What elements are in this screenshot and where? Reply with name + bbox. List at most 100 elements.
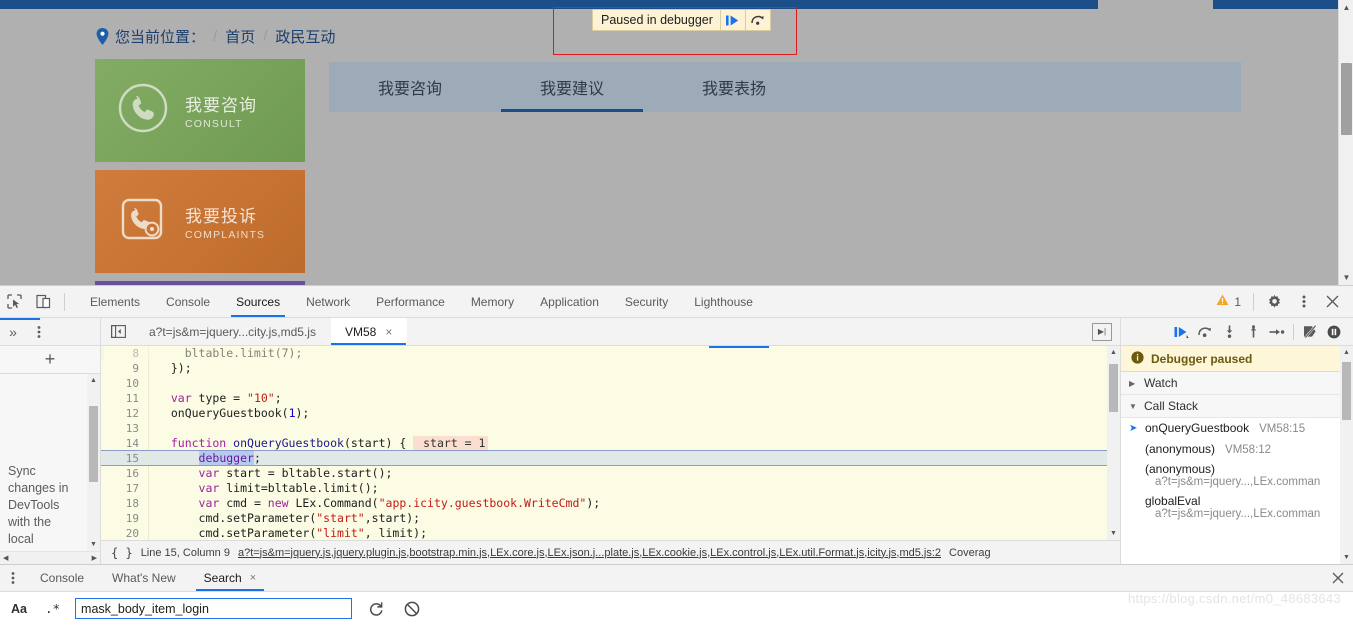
code-line[interactable]: 19 cmd.setParameter("start",start); — [101, 511, 1107, 526]
code-line[interactable]: 13 — [101, 421, 1107, 436]
debugger-scrollbar-thumb[interactable] — [1342, 362, 1351, 420]
call-stack-source[interactable]: a?t=js&m=jquery...,LEx.comman — [1145, 508, 1345, 520]
code-line[interactable]: 9 }); — [101, 361, 1107, 376]
code-scrollbar-thumb[interactable] — [1109, 364, 1118, 412]
page-tab-suggest[interactable]: 我要建议 — [491, 62, 653, 112]
editor-tab-bundle[interactable]: a?t=js&m=jquery...city.js,md5.js — [135, 318, 331, 345]
page-scrollbar-thumb[interactable] — [1341, 63, 1352, 135]
more-vertical-icon[interactable] — [26, 325, 52, 339]
line-number[interactable]: 9 — [101, 361, 149, 376]
drawer-tab-console[interactable]: Console — [26, 565, 98, 591]
call-stack-location[interactable]: VM58:15 — [1259, 423, 1305, 435]
close-icon[interactable] — [1323, 572, 1353, 584]
service-card-complaint[interactable]: 我要投诉 COMPLAINTS — [95, 170, 305, 273]
more-vertical-icon[interactable] — [0, 571, 26, 585]
line-number[interactable]: 18 — [101, 496, 149, 511]
line-number[interactable]: 11 — [101, 391, 149, 406]
breadcrumb-item-current[interactable]: 政民互动 — [275, 26, 335, 47]
close-icon[interactable]: × — [385, 325, 392, 339]
call-stack-row[interactable]: globalEval a?t=js&m=jquery...,LEx.comman — [1121, 491, 1353, 523]
code-line[interactable]: 10 — [101, 376, 1107, 391]
breadcrumb-item-home[interactable]: 首页 — [225, 26, 255, 47]
code-line[interactable]: 11 var type = "10"; — [101, 391, 1107, 406]
clear-icon[interactable] — [400, 597, 424, 621]
service-card-consult[interactable]: 我要咨询 CONSULT — [95, 59, 305, 162]
line-content[interactable]: var start = bltable.start(); — [149, 466, 1107, 481]
step-over-icon[interactable] — [1194, 321, 1216, 343]
pause-on-exceptions-icon[interactable] — [1323, 321, 1345, 343]
line-content[interactable]: var cmd = new LEx.Command("app.icity.gue… — [149, 496, 1107, 511]
line-number[interactable]: 20 — [101, 526, 149, 540]
call-stack-source[interactable]: a?t=js&m=jquery...,LEx.comman — [1145, 476, 1345, 488]
close-icon[interactable]: × — [250, 572, 256, 584]
scroll-up-icon[interactable]: ▲ — [1340, 346, 1353, 359]
plus-icon[interactable]: + — [0, 346, 100, 374]
collapse-sidebar-icon[interactable] — [101, 325, 135, 338]
code-line[interactable]: 15 debugger; — [101, 451, 1107, 466]
code-line[interactable]: 20 cmd.setParameter("limit", limit); — [101, 526, 1107, 540]
regex-toggle[interactable]: .* — [42, 601, 63, 616]
line-content[interactable]: function onQueryGuestbook(start) { start… — [149, 436, 1107, 450]
scroll-down-icon[interactable]: ▼ — [1107, 527, 1120, 540]
navigator-horizontal-scrollbar[interactable]: ◀ ▶ — [0, 551, 100, 564]
navigator-overflow-icon[interactable]: » — [0, 324, 26, 340]
scroll-up-icon[interactable]: ▲ — [87, 374, 100, 387]
code-line[interactable]: 16 var start = bltable.start(); — [101, 466, 1107, 481]
scroll-right-icon[interactable]: ▶ — [89, 554, 100, 562]
line-content[interactable] — [149, 376, 1107, 391]
drawer-tab-whats-new[interactable]: What's New — [98, 565, 190, 591]
resume-script-icon[interactable] — [1170, 321, 1192, 343]
line-content[interactable]: }); — [149, 361, 1107, 376]
line-number[interactable]: 17 — [101, 481, 149, 496]
section-call-stack[interactable]: ▼ Call Stack — [1121, 395, 1353, 418]
step-icon[interactable] — [1266, 321, 1288, 343]
scroll-down-icon[interactable]: ▼ — [87, 538, 100, 551]
line-content[interactable]: bltable.limit(7); — [149, 346, 1107, 361]
scroll-down-icon[interactable]: ▼ — [1340, 551, 1353, 564]
code-line[interactable]: 18 var cmd = new LEx.Command("app.icity.… — [101, 496, 1107, 511]
call-stack-row[interactable]: ➤ onQueryGuestbook VM58:15 — [1121, 418, 1353, 439]
line-number[interactable]: 8 — [101, 346, 149, 361]
line-content[interactable]: cmd.setParameter("start",start); — [149, 511, 1107, 526]
page-tab-praise[interactable]: 我要表扬 — [653, 62, 815, 112]
line-number[interactable]: 10 — [101, 376, 149, 391]
resume-script-icon[interactable] — [719, 10, 745, 30]
tab-elements[interactable]: Elements — [77, 286, 153, 317]
coverage-label[interactable]: Coverag — [949, 547, 991, 559]
editor-tab-vm58[interactable]: VM58 × — [330, 318, 408, 345]
line-content[interactable] — [149, 421, 1107, 436]
drawer-tab-search[interactable]: Search × — [190, 565, 270, 591]
code-vertical-scrollbar[interactable]: ▲ ▼ — [1107, 346, 1120, 540]
scroll-left-icon[interactable]: ◀ — [0, 554, 11, 562]
pretty-print-icon[interactable]: { } — [111, 546, 133, 560]
line-content[interactable]: cmd.setParameter("limit", limit); — [149, 526, 1107, 540]
line-number[interactable]: 16 — [101, 466, 149, 481]
match-case-toggle[interactable]: Aa — [8, 602, 30, 616]
warning-badge[interactable]: 1 — [1216, 294, 1247, 309]
line-content[interactable]: var limit=bltable.limit(); — [149, 481, 1107, 496]
line-number[interactable]: 19 — [101, 511, 149, 526]
code-line[interactable]: 8 bltable.limit(7); — [101, 346, 1107, 361]
tab-sources[interactable]: Sources — [223, 286, 293, 317]
tab-performance[interactable]: Performance — [363, 286, 458, 317]
device-toolbar-icon[interactable] — [29, 288, 58, 316]
code-line[interactable]: 17 var limit=bltable.limit(); — [101, 481, 1107, 496]
scroll-up-icon[interactable]: ▲ — [1339, 0, 1353, 15]
tab-console[interactable]: Console — [153, 286, 223, 317]
scroll-down-icon[interactable]: ▼ — [1339, 270, 1353, 285]
code-viewer[interactable]: 8 bltable.limit(7); 9 }); 10 11 var type = … — [101, 346, 1120, 540]
tab-memory[interactable]: Memory — [458, 286, 527, 317]
tab-lighthouse[interactable]: Lighthouse — [681, 286, 766, 317]
source-origin-link[interactable]: a?t=js&m=jquery.js,jquery.plugin.js,boot… — [238, 547, 941, 559]
line-number[interactable]: 12 — [101, 406, 149, 421]
call-stack-location[interactable]: VM58:12 — [1225, 444, 1271, 456]
line-number[interactable]: 13 — [101, 421, 149, 436]
deactivate-breakpoints-icon[interactable] — [1299, 321, 1321, 343]
tab-application[interactable]: Application — [527, 286, 612, 317]
inspect-element-icon[interactable] — [0, 288, 29, 316]
tab-network[interactable]: Network — [293, 286, 363, 317]
line-number[interactable]: 15 — [101, 451, 149, 465]
line-content[interactable]: debugger; — [149, 451, 1107, 465]
line-number[interactable]: 14 — [101, 436, 149, 450]
debugger-vertical-scrollbar[interactable]: ▲ ▼ — [1340, 346, 1353, 564]
